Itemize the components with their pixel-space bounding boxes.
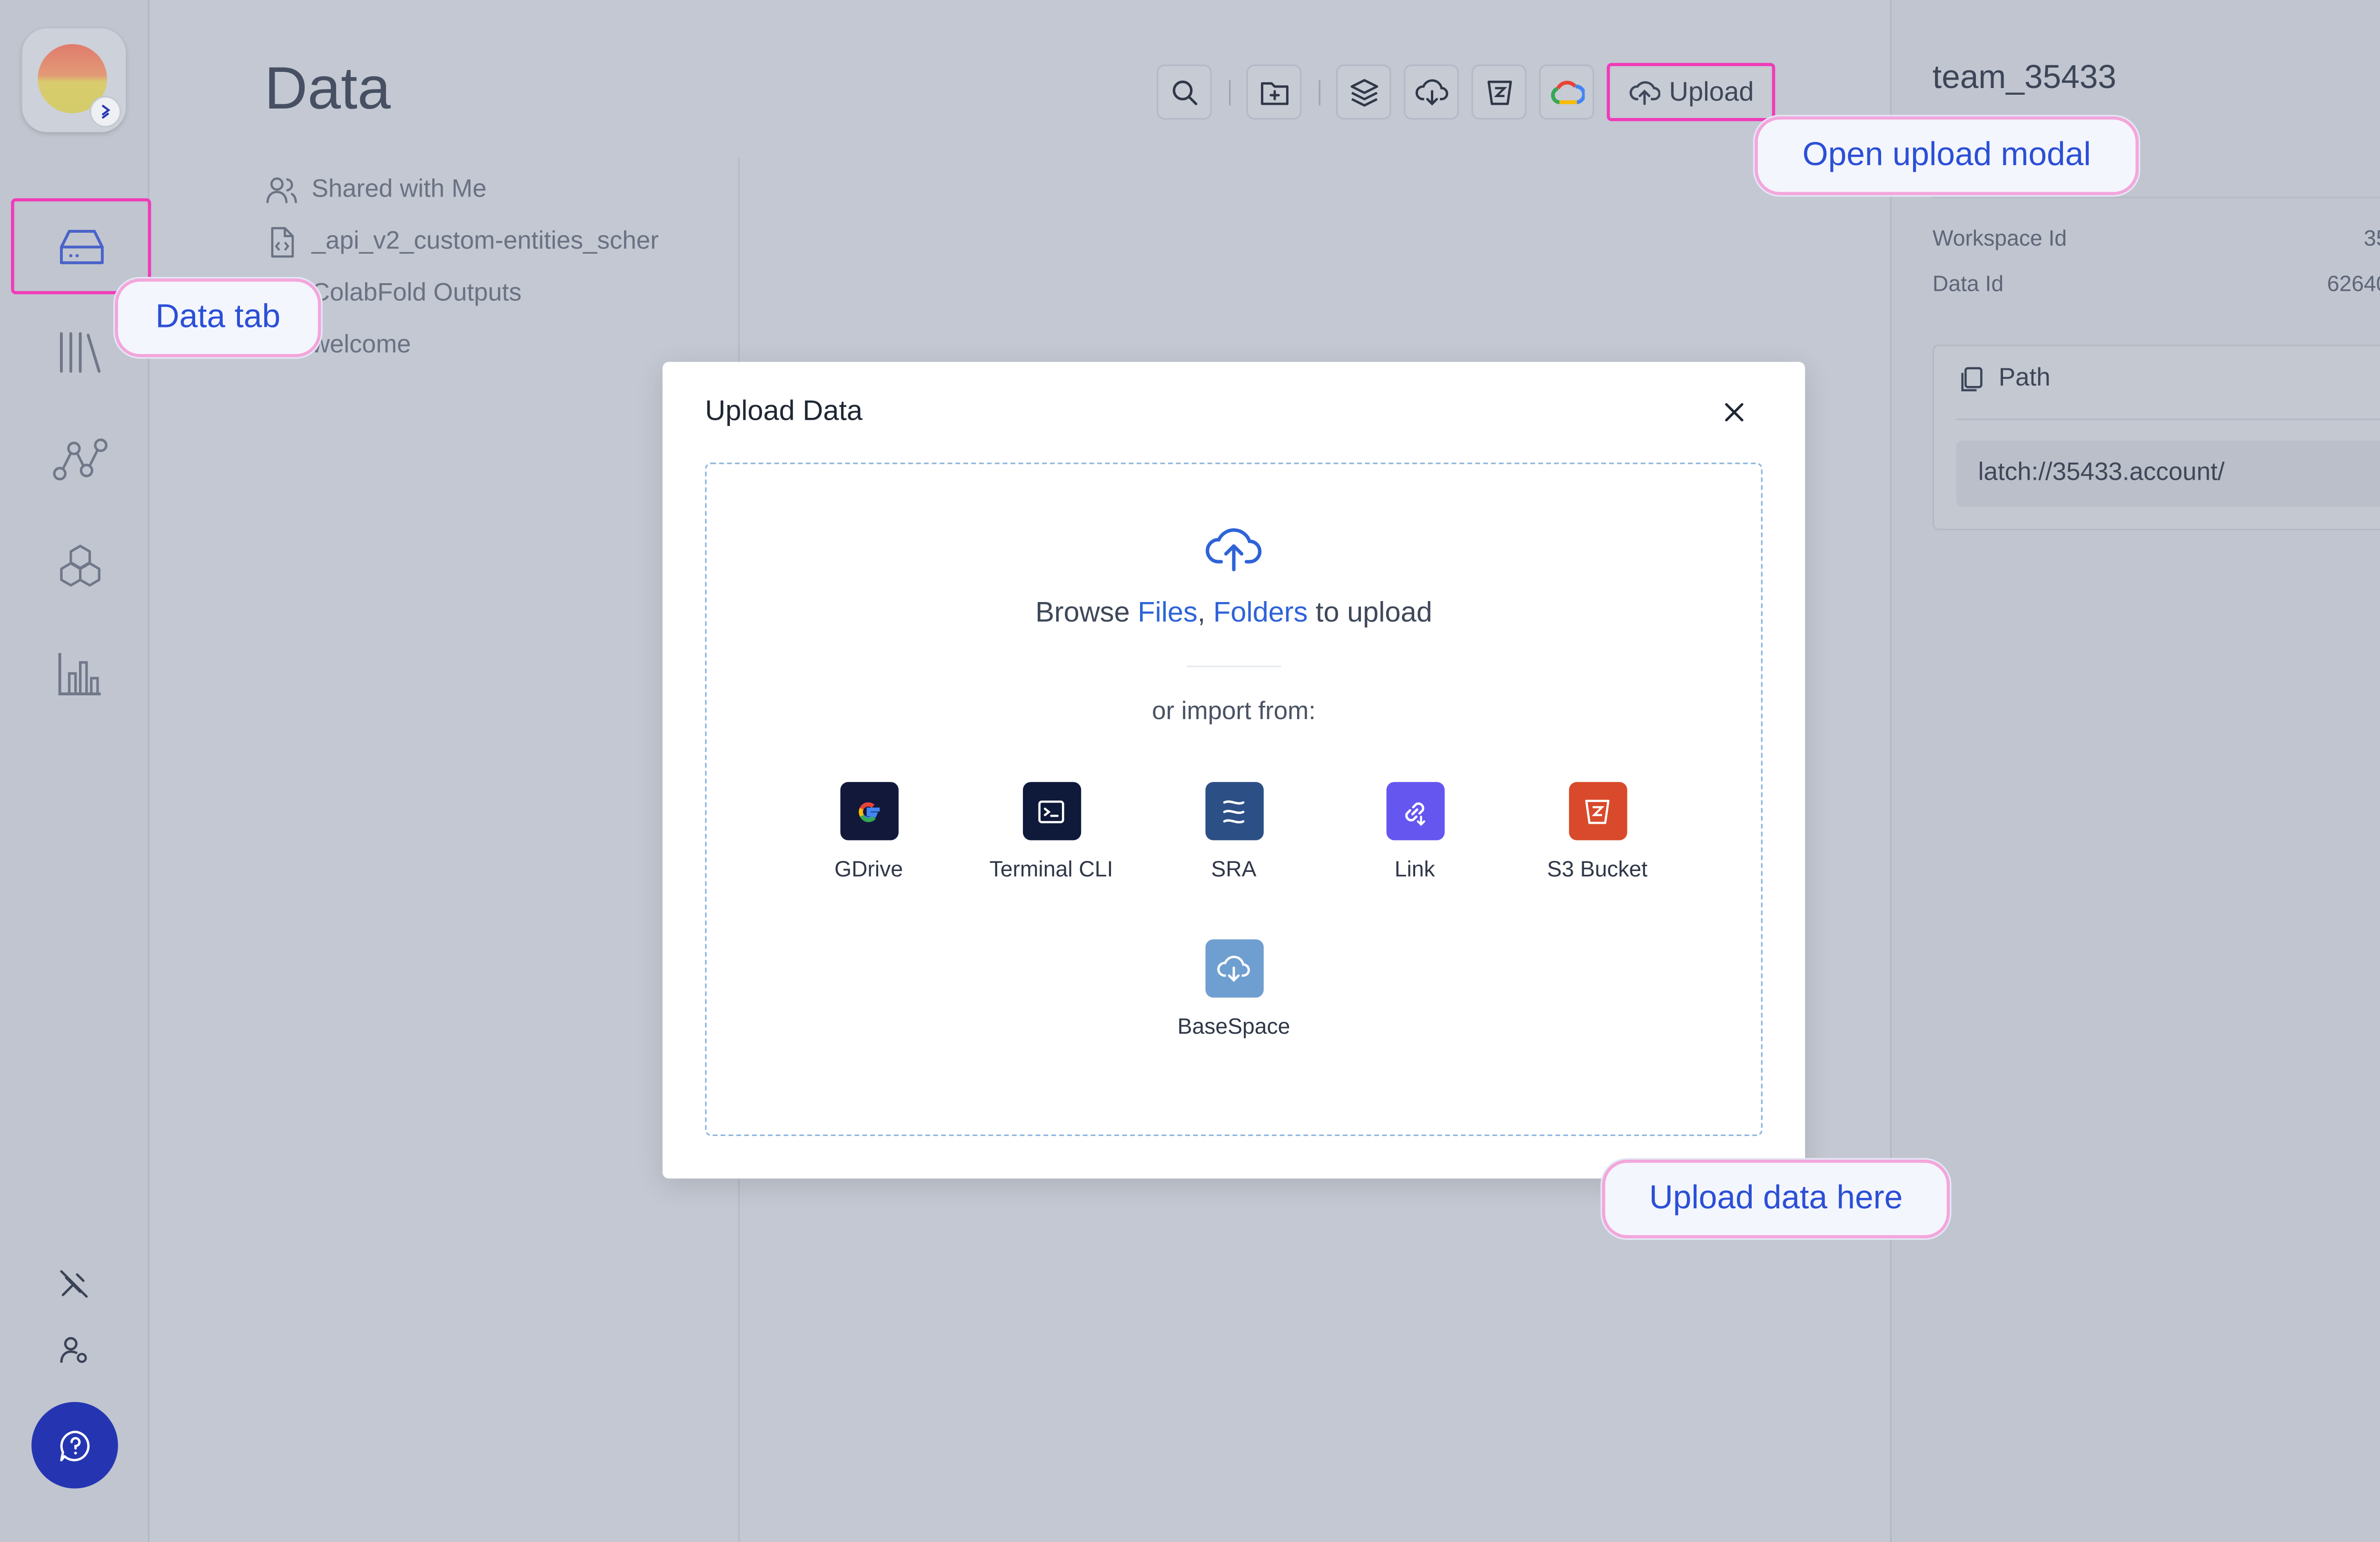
library-icon: [60, 332, 101, 373]
workspace-logo[interactable]: [22, 28, 126, 132]
data-id-label: Data Id: [1932, 270, 2004, 296]
browse-folders-link[interactable]: Folders: [1213, 596, 1308, 628]
graph-icon: [53, 438, 108, 481]
import-basespace[interactable]: BaseSpace: [1147, 939, 1320, 1038]
workspace-id-value: 35433: [2364, 225, 2380, 250]
workspace-name: team_35433: [1932, 59, 2116, 96]
import-from-label: or import from:: [1152, 698, 1316, 726]
data-id-value: 62640765: [2327, 270, 2380, 296]
layers-button[interactable]: [1336, 64, 1391, 120]
workspace-id-row: Workspace Id 35433: [1933, 225, 2380, 250]
import-link[interactable]: Link: [1328, 782, 1501, 881]
copy-icon[interactable]: [1958, 365, 1986, 394]
toolbar-separator: [1319, 80, 1320, 106]
tools-icon: [60, 1270, 88, 1298]
account-icon: [60, 1337, 87, 1363]
upload-button-label: Upload: [1669, 76, 1754, 107]
link-icon: [1386, 782, 1444, 840]
help-icon: [59, 1430, 89, 1461]
new-folder-button[interactable]: [1246, 64, 1302, 120]
path-header: Path: [1958, 365, 2051, 394]
folder-plus-icon: [1260, 81, 1288, 105]
sra-icon: [1204, 782, 1263, 840]
path-value[interactable]: latch://35433.account/: [1956, 440, 2380, 507]
upload-button[interactable]: Upload: [1606, 63, 1775, 121]
upload-modal: Upload Data Browse Files, Folders to upl…: [662, 362, 1805, 1179]
browse-text: Browse Files, Folders to upload: [1035, 596, 1432, 628]
cloud-upload-icon: [1629, 81, 1660, 105]
nav-plots-tab[interactable]: [12, 626, 148, 721]
search-icon: [1172, 79, 1197, 105]
bucket-icon: [1487, 79, 1511, 105]
app-window: Data Shared with Me _api_v2_custom-entit…: [0, 0, 2380, 1542]
details-panel: team_35433 Workspace Id 35433 Data Id 62…: [1890, 0, 2380, 1542]
path-divider: [1956, 418, 2380, 420]
layers-icon: [1349, 78, 1378, 106]
cloud-download-icon: [1415, 78, 1448, 105]
callout-open-upload: Open upload modal: [1755, 116, 2139, 195]
import-terminal-cli[interactable]: Terminal CLI: [965, 782, 1138, 881]
help-button[interactable]: [31, 1402, 118, 1489]
page-title: Data: [264, 57, 391, 123]
tools-button[interactable]: [52, 1262, 96, 1306]
workspace-id-label: Workspace Id: [1932, 225, 2067, 250]
basespace-icon: [1204, 939, 1263, 998]
switch-workspace-icon: [89, 96, 121, 128]
upload-cloud-icon: [1204, 521, 1264, 574]
data-id-row: Data Id 62640765: [1933, 271, 2380, 296]
file-code-icon: [264, 224, 299, 259]
toolbar-separator: [1229, 80, 1231, 106]
import-sra[interactable]: SRA: [1147, 782, 1320, 881]
details-divider: [1932, 197, 2380, 198]
left-nav: [0, 0, 151, 1542]
google-cloud-icon: [1550, 79, 1584, 104]
tree-item-colabfold[interactable]: ColabFold Outputs: [264, 267, 736, 319]
modal-close-button[interactable]: [1716, 394, 1753, 431]
modal-title: Upload Data: [705, 395, 863, 426]
import-gdrive[interactable]: GDrive: [782, 782, 955, 881]
path-card: Path latch://35433.account/: [1932, 345, 2380, 531]
tree-item-shared[interactable]: Shared with Me: [264, 164, 736, 216]
tree-item-api-file[interactable]: _api_v2_custom-entities_scher: [264, 216, 736, 267]
callout-upload-here: Upload data here: [1602, 1159, 1950, 1238]
s3-import-button[interactable]: [1471, 64, 1527, 120]
search-button[interactable]: [1157, 64, 1212, 120]
browse-files-link[interactable]: Files: [1138, 596, 1198, 628]
upload-dropzone[interactable]: Browse Files, Folders to upload or impor…: [705, 462, 1763, 1137]
path-label: Path: [1998, 365, 2051, 392]
bar-chart-icon: [58, 653, 101, 695]
basespace-import-button[interactable]: [1404, 64, 1459, 120]
callout-data-tab: Data tab: [115, 278, 321, 357]
s3-bucket-icon: [1568, 782, 1626, 840]
drive-icon: [59, 229, 103, 264]
dropzone-divider: [1186, 665, 1281, 667]
import-s3-bucket[interactable]: S3 Bucket: [1511, 782, 1684, 881]
nav-pods-tab[interactable]: [12, 519, 148, 613]
data-tree: Shared with Me _api_v2_custom-entities_s…: [264, 164, 736, 371]
terminal-icon: [1022, 782, 1081, 840]
nav-workflows-tab[interactable]: [12, 412, 148, 506]
users-icon: [264, 172, 299, 207]
hexagons-icon: [60, 544, 100, 587]
account-button[interactable]: [52, 1328, 96, 1372]
gcloud-import-button[interactable]: [1539, 64, 1595, 120]
close-icon: [1725, 403, 1744, 422]
gdrive-icon: [839, 782, 898, 840]
nav-data-tab[interactable]: [11, 198, 151, 295]
